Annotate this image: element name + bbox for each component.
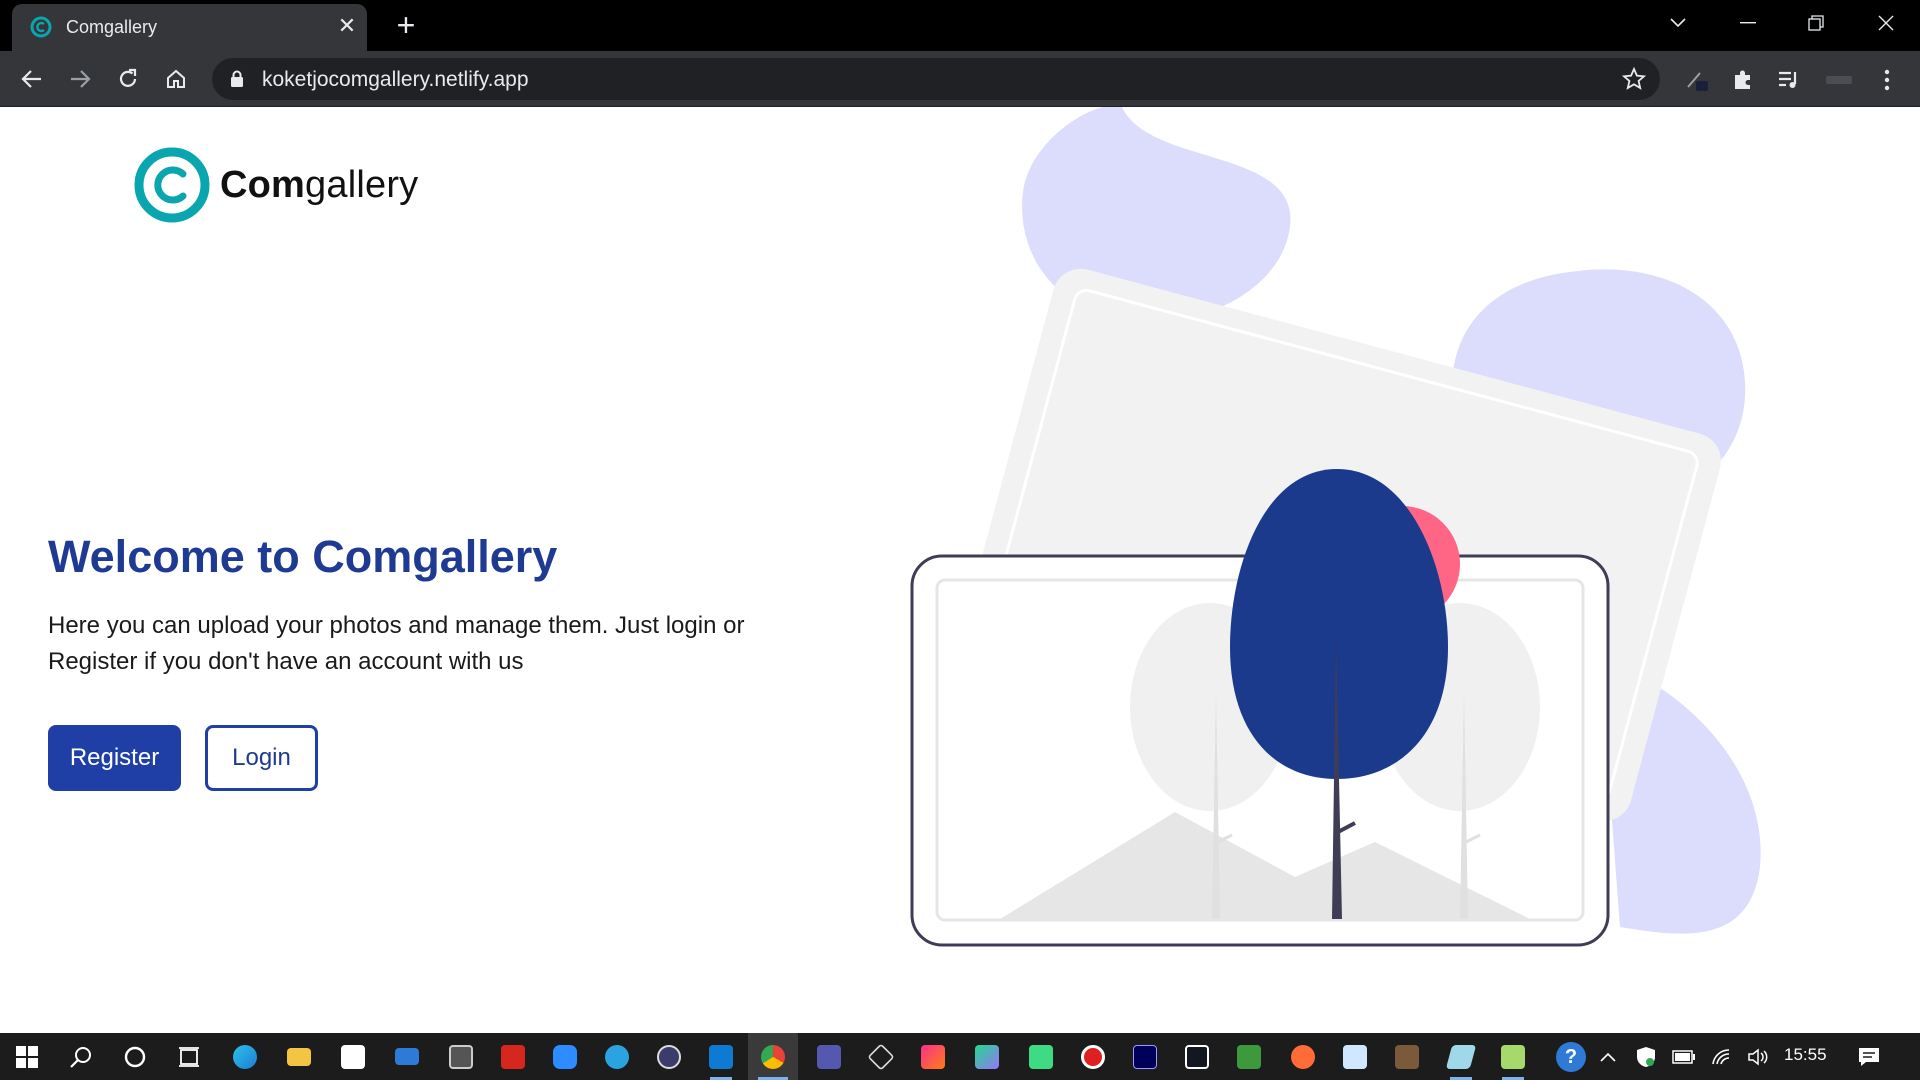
tab-search-icon[interactable] (1658, 6, 1698, 40)
site-logo[interactable]: Comgallery (134, 147, 418, 223)
media-icon[interactable] (436, 1033, 486, 1080)
restore-button[interactable] (1796, 6, 1836, 40)
mail-icon[interactable] (382, 1033, 432, 1080)
tray-expand-icon[interactable] (1590, 1033, 1626, 1080)
tab-close-icon[interactable]: ✕ (334, 13, 360, 39)
reload-button[interactable] (110, 61, 146, 97)
url-text: koketjocomgallery.netlify.app (262, 68, 529, 91)
logo-text-rest: gallery (305, 163, 419, 206)
media-controls-icon[interactable] (1772, 63, 1806, 97)
android-studio-icon[interactable] (1016, 1033, 1066, 1080)
recorder-icon[interactable] (1068, 1033, 1118, 1080)
zoom-icon[interactable] (540, 1033, 590, 1080)
hero-title: Welcome to Comgallery (48, 531, 558, 582)
intellij-icon[interactable] (908, 1033, 958, 1080)
new-tab-button[interactable]: + (390, 9, 422, 42)
bookmark-star-icon[interactable] (1622, 67, 1646, 91)
browser-toolbar: koketjocomgallery.netlify.app (0, 51, 1920, 107)
task-view-icon[interactable] (164, 1033, 214, 1080)
search-icon[interactable] (56, 1033, 106, 1080)
tradingview-icon[interactable] (1172, 1033, 1222, 1080)
datagrip-icon[interactable] (962, 1033, 1012, 1080)
comgallery-favicon-icon (30, 16, 52, 38)
notes-icon[interactable] (1436, 1033, 1486, 1080)
address-bar[interactable]: koketjocomgallery.netlify.app (212, 58, 1660, 100)
network-tool-icon[interactable] (1224, 1033, 1274, 1080)
acrobat-icon[interactable] (488, 1033, 538, 1080)
page-content: Comgallery Welcome to Comgallery Here yo… (0, 107, 1920, 1033)
logo-wordmark: Comgallery (220, 164, 418, 207)
notepad-icon[interactable] (1488, 1033, 1538, 1080)
wifi-icon[interactable] (1702, 1033, 1742, 1080)
close-window-button[interactable] (1866, 6, 1906, 40)
gallery-illustration (910, 107, 1761, 947)
store-icon[interactable] (328, 1033, 378, 1080)
tab-title: Comgallery (66, 17, 158, 37)
taskbar-clock[interactable]: 15:55 (1784, 1045, 1827, 1065)
browser-menu-icon[interactable] (1870, 63, 1904, 97)
login-button[interactable]: Login (205, 725, 318, 791)
notifications-icon[interactable] (1844, 1033, 1894, 1080)
minimize-button[interactable] (1728, 6, 1768, 40)
chrome-icon[interactable] (748, 1033, 798, 1080)
extension-pen-icon[interactable] (1680, 63, 1714, 97)
comgallery-logo-icon (134, 147, 210, 223)
terminal-icon[interactable] (644, 1033, 694, 1080)
windows-taskbar: ? 15:55 (0, 1033, 1920, 1080)
profile-avatar-icon[interactable] (1822, 63, 1856, 97)
file-explorer-icon[interactable] (274, 1033, 324, 1080)
logo-text-bold: Com (220, 163, 306, 206)
cortana-icon[interactable] (110, 1033, 160, 1080)
extensions-puzzle-icon[interactable] (1726, 63, 1760, 97)
volume-icon[interactable] (1738, 1033, 1778, 1080)
edge-icon[interactable] (220, 1033, 270, 1080)
start-icon[interactable] (2, 1033, 52, 1080)
teams-icon[interactable] (804, 1033, 854, 1080)
vscode-icon[interactable] (696, 1033, 746, 1080)
telegram-icon[interactable] (592, 1033, 642, 1080)
photo-app-icon[interactable] (1382, 1033, 1432, 1080)
back-button[interactable] (14, 61, 50, 97)
snowflake-app-icon[interactable] (1330, 1033, 1380, 1080)
battery-icon[interactable] (1664, 1033, 1704, 1080)
postman-icon[interactable] (1278, 1033, 1328, 1080)
premiere-icon[interactable] (1120, 1033, 1170, 1080)
lock-icon (231, 70, 243, 87)
register-button[interactable]: Register (48, 725, 181, 791)
browser-tab[interactable]: Comgallery ✕ (12, 4, 367, 51)
defender-shield-icon[interactable] (1626, 1033, 1666, 1080)
browser-tab-bar: Comgallery ✕ + (0, 0, 1920, 51)
forward-button[interactable] (62, 61, 98, 97)
virtualbox-icon[interactable] (856, 1033, 906, 1080)
help-question-glyph: ? (1556, 1041, 1586, 1072)
hero-description: Here you can upload your photos and mana… (48, 612, 745, 675)
help-icon[interactable]: ? (1546, 1033, 1596, 1080)
home-button[interactable] (158, 61, 194, 97)
